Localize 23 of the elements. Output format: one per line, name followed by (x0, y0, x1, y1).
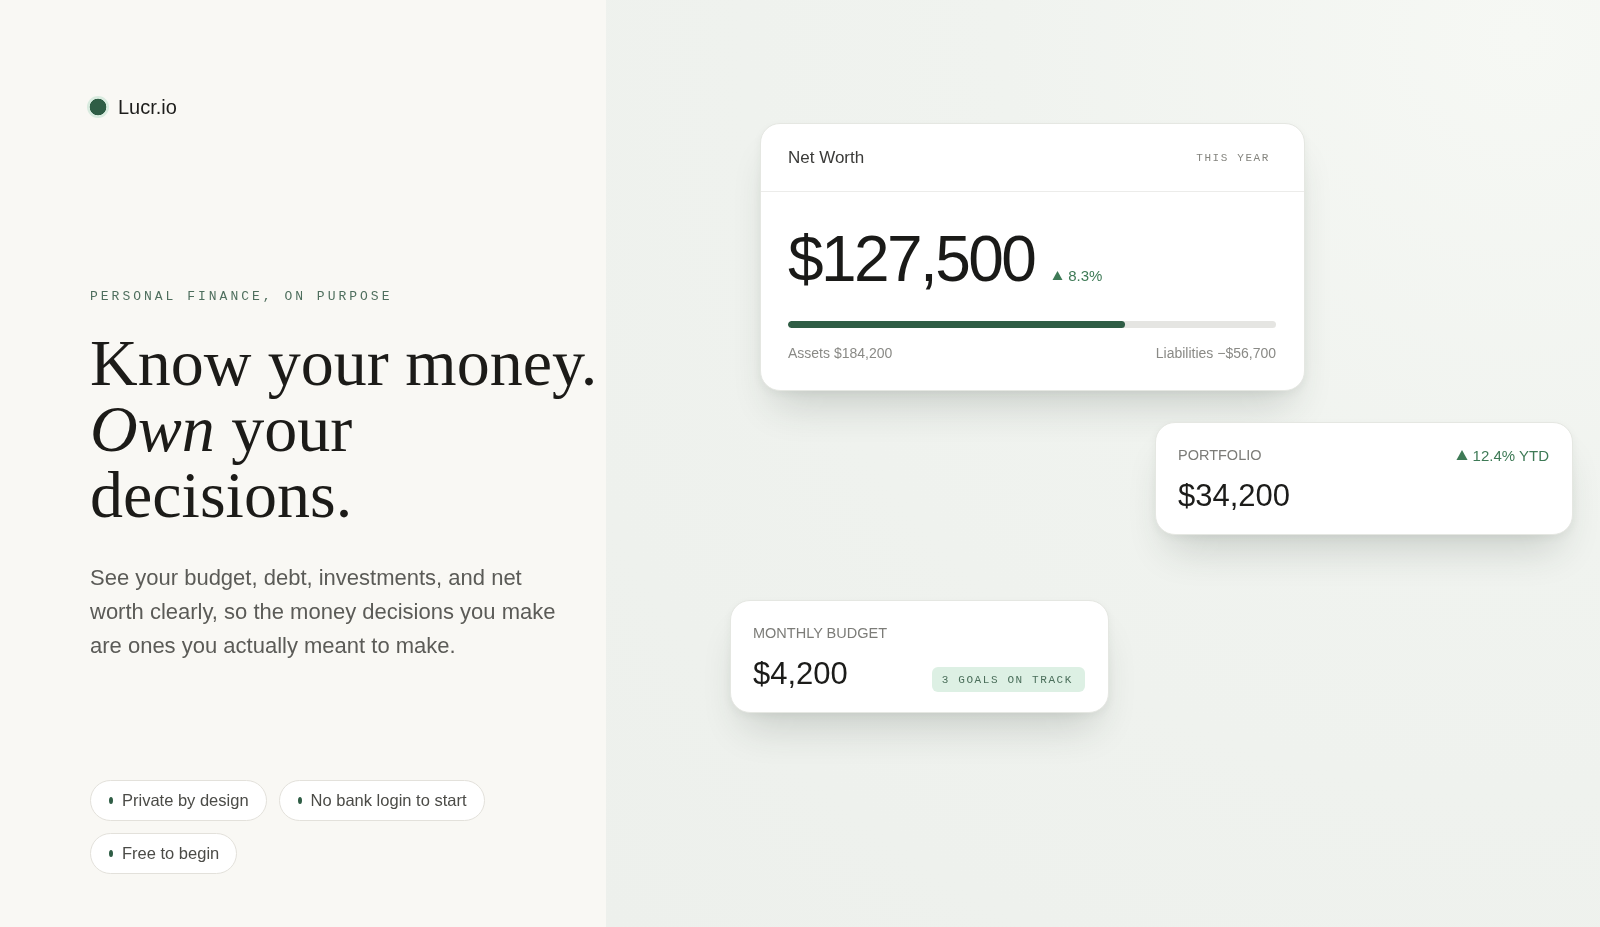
feature-label: No bank login to start (310, 791, 467, 810)
card-title: Net Worth (788, 147, 865, 168)
dot-icon (109, 850, 113, 857)
period-label: THIS YEAR (1196, 151, 1270, 164)
dot-icon (297, 797, 302, 804)
logo-dot-icon (87, 96, 109, 118)
assets-label: Assets $184,200 (788, 344, 893, 362)
net-worth-value: $127,500 (788, 227, 1035, 291)
feature-label: Free to begin (122, 844, 220, 863)
change-percent: 12.4% YTD (1472, 446, 1549, 464)
budget-value: $4,200 (753, 656, 848, 692)
eyebrow-text: PERSONAL FINANCE, ON PURPOSE (90, 289, 393, 305)
liabilities-label: Liabilities −$56,700 (1155, 344, 1276, 362)
feature-label: Private by design (122, 791, 249, 810)
card-label: MONTHLY BUDGET (753, 624, 887, 642)
headline: Know your money. Own your decisions. (90, 330, 599, 528)
brand-name: Lucr.io (118, 96, 177, 118)
portfolio-value: $34,200 (1178, 478, 1291, 514)
dot-icon (109, 797, 113, 804)
status-tag: 3 GOALS ON TRACK (931, 667, 1085, 692)
card-label: PORTFOLIO (1178, 446, 1262, 464)
change-percent: 8.3% (1068, 267, 1103, 284)
description-text: See your budget, debt, investments, and net worth clearly, so the money decisions you make are ones you actually meant to make. (90, 564, 557, 660)
